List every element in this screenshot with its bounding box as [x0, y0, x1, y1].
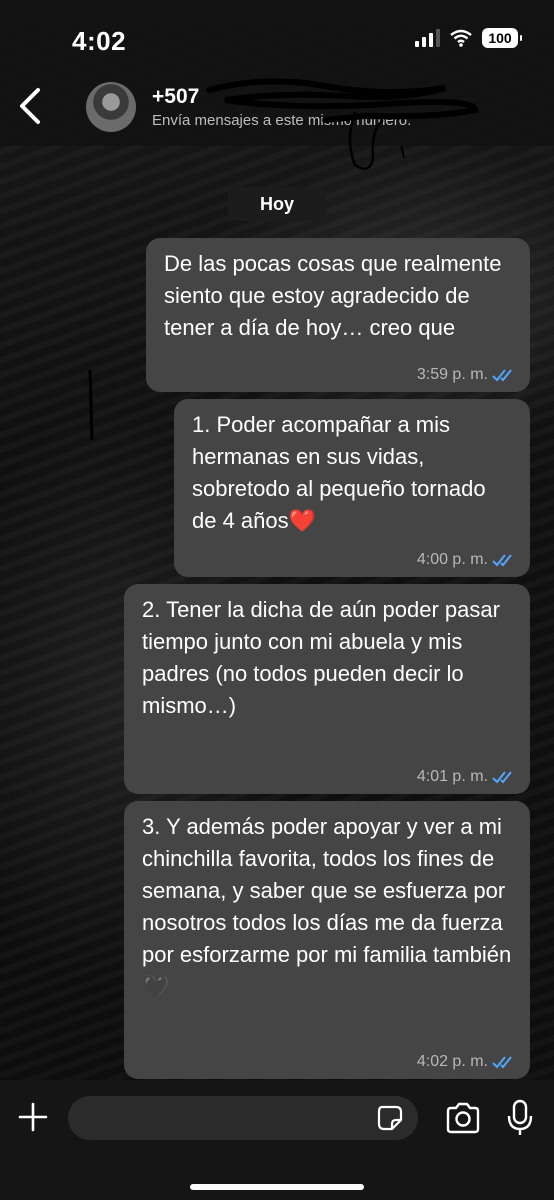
status-time: 4:02	[72, 26, 127, 56]
contact-name[interactable]: +507	[152, 85, 199, 109]
message-meta: 4:00 p. m.	[417, 551, 516, 569]
battery-icon: 100	[482, 28, 522, 48]
read-receipt-icon	[492, 554, 512, 567]
message-bubble[interactable]: 1. Poder acompañar a mis hermanas en sus…	[174, 399, 530, 577]
message-time: 4:00 p. m.	[416, 551, 488, 568]
message-text: De las pocas cosas que realmente siento …	[164, 251, 502, 340]
contact-avatar[interactable]	[86, 82, 136, 132]
status-icons: 100	[415, 28, 522, 48]
message-bubble[interactable]: 2. Tener la dicha de aún poder pasar tie…	[124, 584, 530, 794]
read-receipt-icon	[492, 771, 512, 784]
plus-icon[interactable]	[16, 1100, 50, 1134]
message-bubble[interactable]: 3. Y además poder apoyar y ver a mi chin…	[124, 801, 530, 1079]
microphone-icon[interactable]	[506, 1098, 534, 1138]
home-indicator	[190, 1184, 364, 1190]
chat-header: 4:02 100 +507 Envía mensajes a este mism…	[0, 0, 554, 170]
message-text: 1. Poder acompañar a mis hermanas en sus…	[192, 412, 486, 533]
signal-icon	[415, 29, 440, 47]
message-meta: 4:01 p. m.	[417, 768, 516, 786]
sticker-icon[interactable]	[376, 1104, 404, 1132]
message-time: 4:01 p. m.	[416, 768, 488, 785]
wifi-icon	[450, 29, 472, 47]
message-text: 2. Tener la dicha de aún poder pasar tie…	[142, 597, 500, 718]
message-time: 3:59 p. m.	[416, 366, 488, 383]
message-time: 4:02 p. m.	[416, 1053, 488, 1070]
camera-icon[interactable]	[444, 1100, 482, 1136]
message-meta: 4:02 p. m.	[417, 1053, 516, 1071]
read-receipt-icon	[492, 369, 512, 382]
back-chevron-icon[interactable]	[10, 84, 50, 128]
message-meta: 3:59 p. m.	[417, 366, 516, 384]
read-receipt-icon	[492, 1056, 512, 1069]
message-bubble[interactable]: De las pocas cosas que realmente siento …	[146, 238, 530, 392]
date-separator: Hoy	[228, 187, 326, 221]
message-text: 3. Y además poder apoyar y ver a mi chin…	[142, 814, 512, 999]
message-input[interactable]	[68, 1096, 418, 1140]
scribble-redaction	[206, 78, 479, 170]
